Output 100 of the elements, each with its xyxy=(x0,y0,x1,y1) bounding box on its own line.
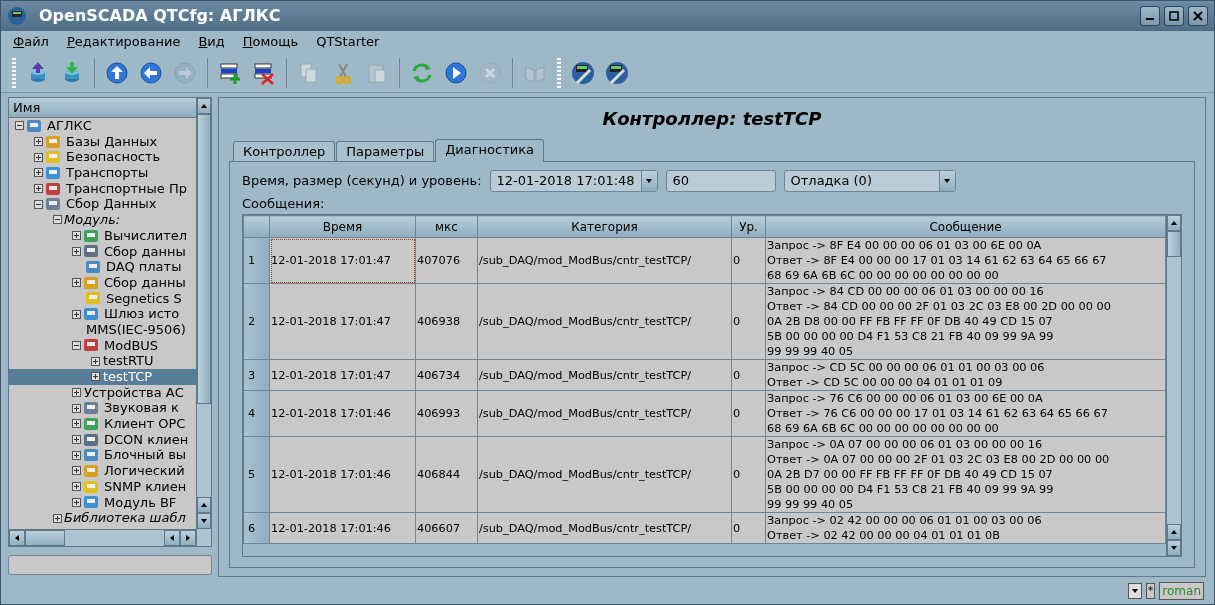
tree-item[interactable]: MMS(IEC-9506) xyxy=(9,321,196,338)
minimize-button[interactable] xyxy=(1140,6,1160,26)
input-field[interactable] xyxy=(8,555,212,575)
node-icon xyxy=(45,150,61,165)
tree-item[interactable]: Безопасность xyxy=(9,149,196,166)
tree-item[interactable]: Сбор данны xyxy=(9,243,196,260)
time-cell: 12-01-2018 17:01:47 xyxy=(269,283,416,360)
time-combobox[interactable]: 12-01-2018 17:01:48 xyxy=(489,170,658,192)
scrollbar-thumb[interactable] xyxy=(1167,231,1181,257)
menu-item[interactable]: QTStarter xyxy=(314,32,382,52)
tree-item[interactable]: Сбор данны xyxy=(9,274,196,291)
table-cell: 406993 xyxy=(415,390,478,437)
left-arrow-icon xyxy=(168,534,176,542)
dropdown-button[interactable] xyxy=(1127,582,1142,599)
expand-icon[interactable] xyxy=(72,497,81,507)
menu-item[interactable]: Файл xyxy=(11,32,51,52)
tab[interactable]: Контроллер xyxy=(233,141,336,161)
row-header[interactable]: 5 xyxy=(243,436,270,513)
expand-icon[interactable] xyxy=(72,419,81,429)
tree-item[interactable]: Транспортные Пр xyxy=(9,180,196,197)
expand-icon[interactable] xyxy=(34,168,43,178)
level-combobox[interactable]: Отладка (0) xyxy=(783,170,956,192)
menu-item[interactable]: Помощь xyxy=(240,32,301,52)
tree-item[interactable]: Сбор Данных xyxy=(9,196,196,213)
expand-icon[interactable] xyxy=(53,513,62,523)
down-arrow-icon xyxy=(1170,544,1178,552)
column-header[interactable]: Время xyxy=(269,215,416,238)
collapse-icon[interactable] xyxy=(72,340,81,350)
collapse-icon[interactable] xyxy=(53,215,62,225)
minimize-icon xyxy=(1146,18,1154,20)
tab[interactable]: Диагностика xyxy=(435,139,545,162)
tree-item[interactable]: ModBUS xyxy=(9,337,196,354)
vertical-scrollbar[interactable] xyxy=(1166,215,1181,556)
expand-icon[interactable] xyxy=(34,152,43,162)
maximize-icon xyxy=(1169,11,1179,21)
tab[interactable]: Параметры xyxy=(336,141,435,161)
menu-item[interactable]: Редактирование xyxy=(64,32,183,52)
tree-item[interactable]: Устройства АС xyxy=(9,384,196,401)
row-header[interactable]: 2 xyxy=(243,283,270,360)
tree-item[interactable]: Вычислител xyxy=(9,227,196,244)
tree-item[interactable]: Шлюз исто xyxy=(9,306,196,322)
tree-item[interactable]: Базы Данных xyxy=(9,133,196,150)
table-cell: Запрос -> 76 C6 00 00 00 06 01 03 00 6E 00 0A Ответ -> 76 C6 00 00 00 17 01 03 14 61 62 63 64 65 66 67 68 69 6A 6B 6C 00 00 00 00 00 00 00 00 xyxy=(765,390,1166,437)
expand-icon[interactable] xyxy=(72,450,81,460)
expand-icon[interactable] xyxy=(72,403,81,413)
tree-item[interactable]: testRTU xyxy=(9,353,196,369)
remove-item-icon[interactable] xyxy=(252,60,276,85)
add-item-icon[interactable] xyxy=(218,60,242,85)
expand-icon[interactable] xyxy=(34,184,43,194)
tool-icon[interactable] xyxy=(605,60,629,85)
tree-item[interactable]: Segnetics S xyxy=(9,290,196,307)
row-header[interactable]: 6 xyxy=(243,512,270,544)
scrollbar-thumb[interactable] xyxy=(25,530,65,546)
tree-item[interactable]: testTCP xyxy=(9,369,196,385)
tree-item[interactable]: DCON клиен xyxy=(9,431,196,448)
tree-item[interactable]: Звуковая к xyxy=(9,400,196,417)
expand-icon[interactable] xyxy=(72,466,81,476)
horizontal-scrollbar[interactable] xyxy=(9,529,196,546)
column-header[interactable]: мкс xyxy=(415,215,478,238)
expand-icon[interactable] xyxy=(91,356,100,366)
expand-icon[interactable] xyxy=(72,435,81,445)
expand-icon[interactable] xyxy=(72,482,81,492)
tree-item[interactable]: Клиент OPC xyxy=(9,416,196,432)
tree-item[interactable]: DAQ платы xyxy=(9,259,196,275)
expand-icon[interactable] xyxy=(34,137,43,147)
row-header[interactable]: 3 xyxy=(243,359,270,391)
close-button[interactable] xyxy=(1188,6,1208,26)
vertical-scrollbar[interactable] xyxy=(196,98,211,546)
table-cell: /sub_DAQ/mod_ModBus/cntr_testTCP/ xyxy=(477,436,732,513)
column-header[interactable]: Категория xyxy=(477,215,732,238)
expand-icon[interactable] xyxy=(72,246,81,256)
tree-item[interactable]: Логический xyxy=(9,463,196,479)
tree-item[interactable]: Библиотека шабл xyxy=(9,510,196,526)
row-header[interactable]: 1 xyxy=(243,237,270,284)
tree-item[interactable]: АГЛКС xyxy=(9,118,196,134)
tree-item[interactable]: Блочный вы xyxy=(9,447,196,464)
tree-item[interactable]: Транспорты xyxy=(9,165,196,181)
expand-icon[interactable] xyxy=(72,231,81,241)
table-cell: Запрос -> 0A 07 00 00 00 06 01 03 00 00 00 16 Ответ -> 0A 07 00 00 00 2F 01 03 2C 03 E8 00 2D 00 00 00 0A 2B D7 00 00 FF FB FF FF 0F DB 40 49 CD 15 07 5B 00 00 00 00 D4 F1 53 C8 21 FB 40 09 99 9A 99 99 99 99 40 05 xyxy=(765,436,1166,513)
size-field[interactable]: 60 xyxy=(665,170,776,192)
maximize-button[interactable] xyxy=(1164,6,1184,26)
menu-item[interactable]: Вид xyxy=(196,32,227,52)
expand-icon[interactable] xyxy=(72,309,81,319)
row-header[interactable]: 4 xyxy=(243,390,270,437)
collapse-icon[interactable] xyxy=(34,199,43,209)
collapse-icon[interactable] xyxy=(15,121,24,131)
column-header[interactable]: Ур. xyxy=(731,215,766,238)
node-icon xyxy=(83,448,99,463)
tree-item[interactable]: SNMP клиен xyxy=(9,478,196,495)
tree-item[interactable]: Модуль BF xyxy=(9,494,196,511)
column-header[interactable]: Имя xyxy=(9,98,196,118)
expand-icon[interactable] xyxy=(91,372,100,382)
scrollbar-thumb[interactable] xyxy=(197,114,211,404)
node-icon xyxy=(83,432,99,447)
expand-icon[interactable] xyxy=(72,278,81,288)
play-icon[interactable] xyxy=(444,60,468,85)
expand-icon[interactable] xyxy=(72,388,81,398)
tool-icon[interactable] xyxy=(571,60,595,85)
tree-item[interactable]: Модуль: xyxy=(9,212,196,228)
column-header[interactable]: Сообщение xyxy=(765,215,1166,238)
